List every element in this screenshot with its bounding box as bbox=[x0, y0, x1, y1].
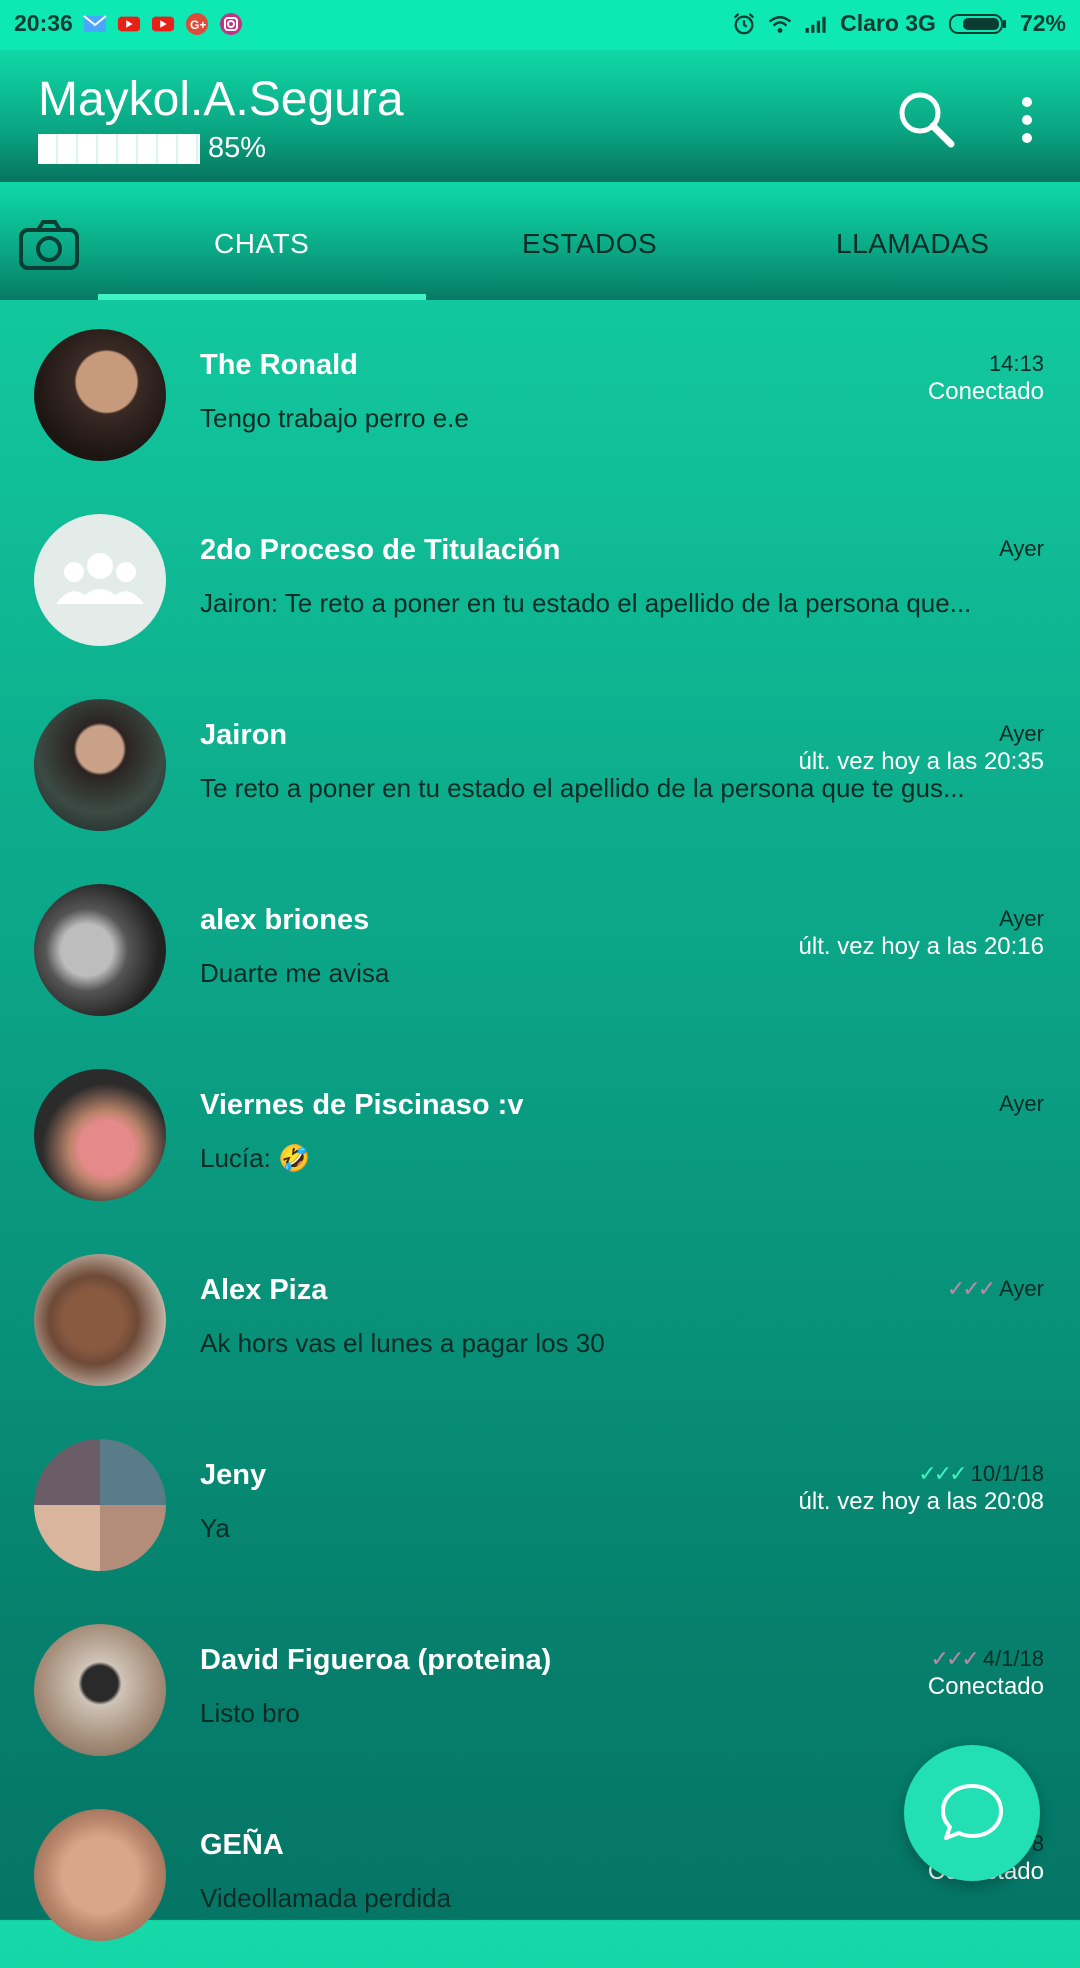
chat-preview: Jairon: Te reto a poner en tu estado el … bbox=[200, 588, 972, 618]
chat-status: Conectado bbox=[927, 1673, 1044, 1700]
youtube-icon bbox=[151, 12, 175, 36]
chat-time: Ayer bbox=[999, 1091, 1044, 1117]
chat-preview: Duarte me avisa bbox=[200, 958, 390, 988]
page-title: Maykol.A.Segura bbox=[38, 73, 404, 126]
app-header: Maykol.A.Segura 85% bbox=[0, 50, 1080, 182]
chat-name: alex briones bbox=[200, 904, 370, 936]
active-tab-indicator bbox=[98, 294, 426, 300]
avatar[interactable] bbox=[34, 1624, 166, 1756]
tab-llamadas[interactable]: LLAMADAS bbox=[836, 228, 989, 260]
chat-time-text: Ayer bbox=[999, 1091, 1044, 1116]
chat-name: Jairon bbox=[200, 719, 288, 751]
chat-row[interactable]: Alex Piza Ak hors vas el lunes a pagar l… bbox=[0, 1228, 1080, 1413]
tab-chats[interactable]: CHATS bbox=[214, 228, 309, 260]
chat-row[interactable]: The Ronald Tengo trabajo perro e.e 14:13… bbox=[0, 303, 1080, 488]
avatar[interactable] bbox=[34, 1069, 166, 1201]
chat-bubble-icon bbox=[941, 1784, 1003, 1840]
read-status-icon: ✓✓✓ bbox=[930, 1646, 980, 1671]
chat-row[interactable]: David Figueroa (proteina) Listo bro ✓✓✓ … bbox=[0, 1598, 1080, 1783]
wifi-icon bbox=[768, 12, 792, 36]
new-chat-button[interactable] bbox=[904, 1745, 1040, 1881]
mail-icon bbox=[83, 12, 107, 36]
chat-time-text: Ayer bbox=[999, 721, 1044, 746]
more-options-button[interactable] bbox=[1012, 94, 1042, 146]
chat-name: David Figueroa (proteina) bbox=[200, 1644, 552, 1676]
chat-row[interactable]: 2do Proceso de Titulación Jairon: Te ret… bbox=[0, 488, 1080, 673]
google-plus-icon: G+ bbox=[185, 12, 209, 36]
avatar[interactable] bbox=[34, 1439, 166, 1571]
chat-name: Jeny bbox=[200, 1459, 267, 1491]
battery-percent: 72% bbox=[1019, 10, 1066, 36]
chat-time: Ayer bbox=[999, 536, 1044, 562]
read-status-icon: ✓✓✓ bbox=[946, 1276, 996, 1301]
more-vertical-icon bbox=[1022, 97, 1032, 143]
chat-name: GEÑA bbox=[200, 1829, 284, 1861]
status-bar: 20:36 G+ Claro 3G 72% bbox=[0, 0, 1080, 50]
chat-row[interactable]: Jairon Te reto a poner en tu estado el a… bbox=[0, 673, 1080, 858]
chat-status: últ. vez hoy a las 20:16 bbox=[798, 933, 1044, 960]
chat-status: últ. vez hoy a las 20:08 bbox=[798, 1488, 1044, 1515]
search-icon bbox=[899, 92, 955, 148]
tab-bar: CHATS ESTADOS LLAMADAS bbox=[0, 182, 1080, 300]
avatar[interactable] bbox=[34, 329, 166, 461]
carrier-label: Claro 3G bbox=[840, 10, 936, 36]
chat-preview: Videollamada perdida bbox=[200, 1883, 452, 1913]
battery-icon bbox=[948, 12, 1008, 36]
tab-estados[interactable]: ESTADOS bbox=[522, 228, 657, 260]
chat-time-text: 14:13 bbox=[988, 351, 1044, 376]
chat-preview: Listo bro bbox=[200, 1698, 300, 1728]
chat-status: últ. vez hoy a las 20:35 bbox=[798, 748, 1044, 775]
chat-preview: Ya bbox=[200, 1513, 230, 1543]
read-status-icon: ✓✓✓ bbox=[918, 1461, 967, 1486]
chat-time: Ayer bbox=[999, 721, 1044, 747]
chat-time: ✓✓✓ Ayer bbox=[947, 1276, 1044, 1302]
alarm-icon bbox=[732, 12, 756, 36]
camera-icon bbox=[19, 220, 79, 270]
chat-preview: Te reto a poner en tu estado el apellido… bbox=[200, 773, 965, 803]
chat-time: ✓✓✓ 10/1/18 bbox=[918, 1461, 1044, 1487]
chat-time-text: Ayer bbox=[999, 906, 1044, 931]
chat-preview: Tengo trabajo perro e.e bbox=[200, 403, 469, 433]
custom-battery-bar bbox=[38, 134, 200, 164]
group-icon bbox=[56, 553, 144, 604]
chat-name: Alex Piza bbox=[200, 1274, 328, 1306]
avatar[interactable] bbox=[34, 884, 166, 1016]
group-avatar[interactable] bbox=[34, 514, 166, 646]
chat-time-text: 10/1/18 bbox=[970, 1461, 1044, 1486]
chat-preview: Ak hors vas el lunes a pagar los 30 bbox=[200, 1328, 605, 1358]
chat-time-text: 4/1/18 bbox=[982, 1646, 1044, 1671]
chat-name: Viernes de Piscinaso :v bbox=[200, 1089, 524, 1121]
custom-battery-percent: 85% bbox=[208, 132, 267, 164]
camera-tab[interactable] bbox=[18, 218, 80, 272]
chat-name: The Ronald bbox=[200, 349, 358, 381]
avatar[interactable] bbox=[34, 699, 166, 831]
chat-time: Ayer bbox=[999, 906, 1044, 932]
avatar[interactable] bbox=[34, 1809, 166, 1941]
youtube-icon bbox=[117, 12, 141, 36]
chat-time-text: Ayer bbox=[999, 1276, 1044, 1301]
chat-time-text: Ayer bbox=[999, 536, 1044, 561]
chat-status: Conectado bbox=[927, 378, 1044, 405]
chat-row[interactable]: Viernes de Piscinaso :v Lucía: 🤣 Ayer bbox=[0, 1043, 1080, 1228]
instagram-icon bbox=[219, 12, 243, 36]
chat-time: 14:13 bbox=[989, 351, 1044, 377]
chat-row[interactable]: Jeny Ya ✓✓✓ 10/1/18 últ. vez hoy a las 2… bbox=[0, 1413, 1080, 1598]
signal-icon bbox=[804, 12, 828, 36]
svg-text:G+: G+ bbox=[190, 18, 206, 32]
chat-time: ✓✓✓ 4/1/18 bbox=[931, 1646, 1044, 1672]
avatar[interactable] bbox=[34, 1254, 166, 1386]
status-time: 20:36 bbox=[14, 10, 73, 36]
search-button[interactable] bbox=[893, 86, 957, 150]
chat-preview: Lucía: 🤣 bbox=[200, 1143, 311, 1173]
chat-name: 2do Proceso de Titulación bbox=[200, 534, 561, 566]
chat-row[interactable]: alex briones Duarte me avisa Ayer últ. v… bbox=[0, 858, 1080, 1043]
